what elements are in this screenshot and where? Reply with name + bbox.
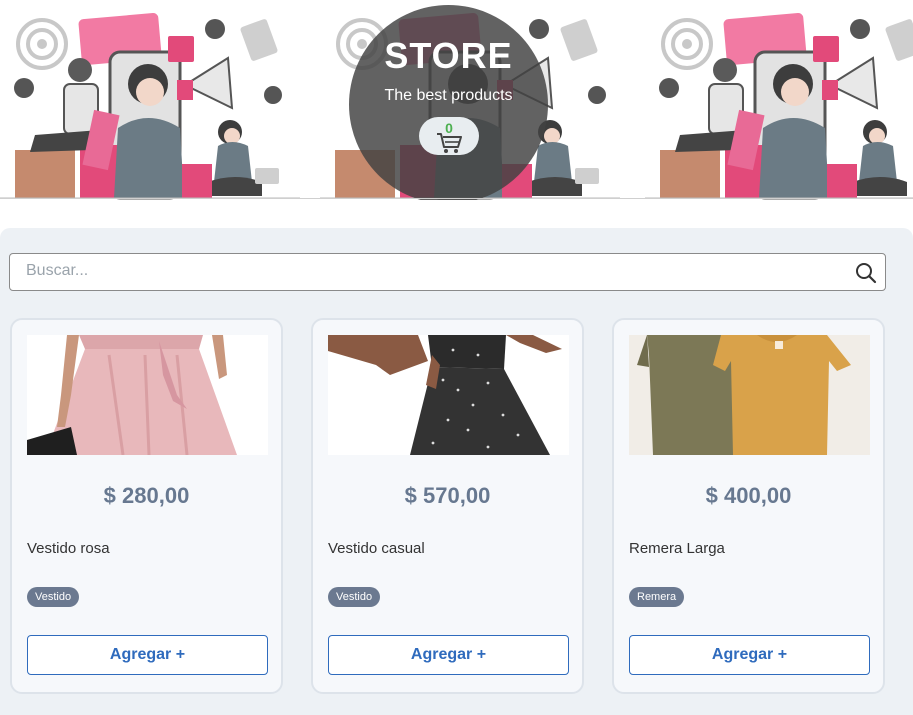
product-price: $ 280,00	[103, 483, 190, 508]
banner-illustration	[0, 13, 300, 200]
category-badge: Vestido	[27, 587, 80, 607]
product-image	[629, 335, 870, 455]
store-title: STORE	[384, 35, 513, 76]
header-banner: STORE The best products 0	[0, 0, 913, 200]
store-subtitle: The best products	[384, 87, 513, 104]
cart-button[interactable]: 0	[419, 117, 479, 155]
product-image	[27, 335, 268, 455]
product-name: Remera Larga	[629, 540, 725, 557]
add-to-cart-button[interactable]: Agregar +	[328, 635, 569, 675]
product-card: $ 570,00 Vestido casual Vestido Agregar …	[311, 318, 584, 694]
product-name: Vestido casual	[328, 540, 425, 557]
product-price: $ 570,00	[404, 483, 491, 508]
search-bar[interactable]	[9, 253, 886, 291]
banner-illustration	[645, 13, 913, 200]
product-price: $ 400,00	[705, 483, 792, 508]
banner-divider	[0, 198, 913, 199]
search-input[interactable]	[26, 262, 826, 280]
product-card: $ 280,00 Vestido rosa Vestido Agregar +	[10, 318, 283, 694]
product-name: Vestido rosa	[27, 540, 110, 557]
product-image	[328, 335, 569, 455]
category-badge: Remera	[629, 587, 685, 607]
product-card: $ 400,00 Remera Larga Remera Agregar +	[612, 318, 885, 694]
store-header-circle: STORE The best products 0	[349, 5, 548, 200]
product-panel: $ 280,00 Vestido rosa Vestido Agregar + …	[0, 228, 913, 715]
search-icon[interactable]	[855, 262, 877, 284]
cart-icon	[437, 133, 462, 153]
add-to-cart-button[interactable]: Agregar +	[27, 635, 268, 675]
add-to-cart-button[interactable]: Agregar +	[629, 635, 870, 675]
category-badge: Vestido	[328, 587, 381, 607]
